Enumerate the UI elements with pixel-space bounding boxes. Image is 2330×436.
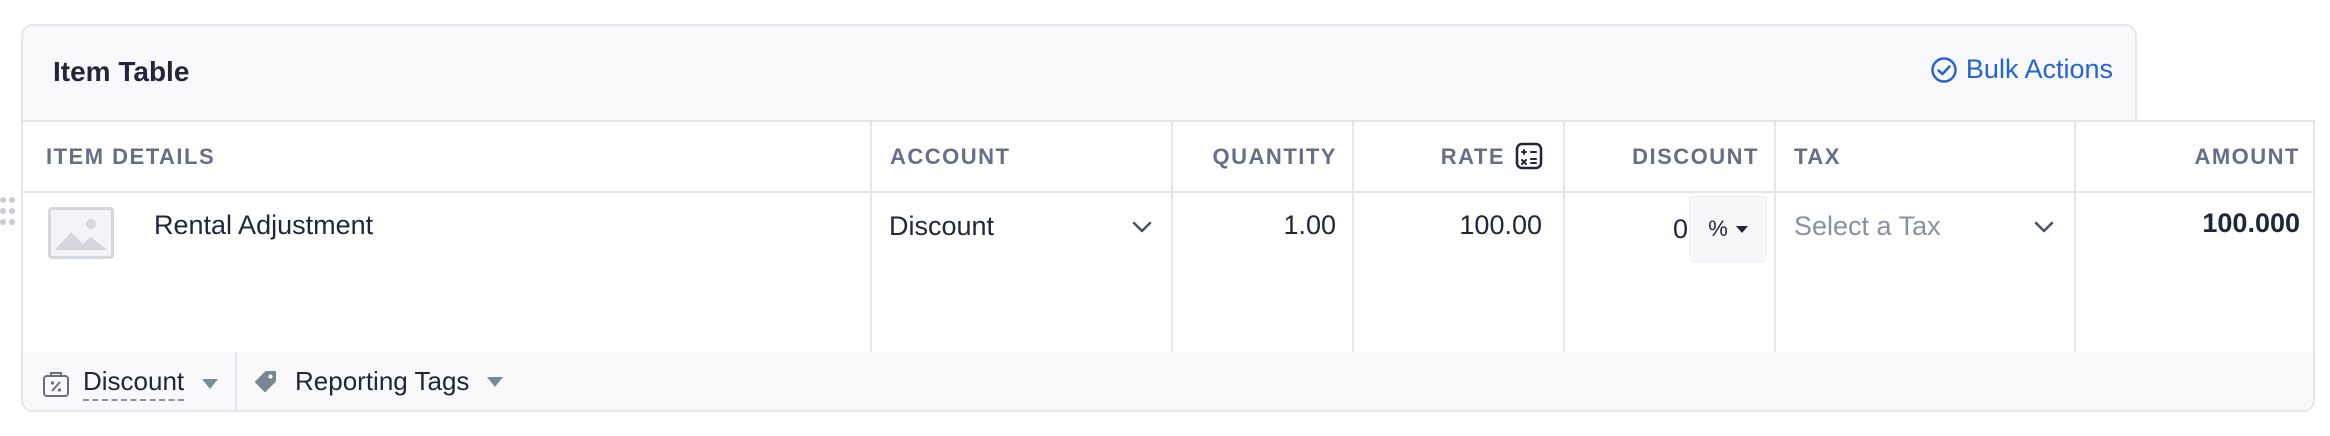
column-header-amount: AMOUNT (2194, 144, 2300, 169)
bulk-actions-label: Bulk Actions (1965, 54, 2113, 84)
caret-down-icon (202, 378, 219, 389)
chevron-down-icon[interactable] (2033, 220, 2055, 234)
item-table: ITEM DETAILS ACCOUNT QUANTITY RATE DISCO… (21, 120, 2315, 412)
reporting-tags-dropdown[interactable]: Reporting Tags (253, 366, 504, 397)
rate-input[interactable]: 100.00 (1352, 210, 1542, 241)
column-header-tax: TAX (1794, 144, 1841, 169)
discount-input[interactable]: 0 (1563, 214, 1688, 245)
reporting-tags-label: Reporting Tags (295, 366, 470, 396)
caret-down-icon (1735, 225, 1748, 233)
bulk-actions-button[interactable]: Bulk Actions (1930, 54, 2113, 85)
column-divider (870, 122, 872, 352)
image-icon[interactable] (48, 207, 114, 259)
discount-unit-label: % (1708, 216, 1728, 241)
tax-select[interactable]: Select a Tax (1794, 211, 1941, 242)
calculator-icon[interactable] (1515, 142, 1543, 170)
chevron-down-icon[interactable] (1131, 220, 1153, 234)
caret-down-icon (487, 376, 504, 387)
item-row-footer: Discount Reporting Tags (23, 352, 2313, 410)
discount-unit-select[interactable]: % (1689, 196, 1767, 262)
check-circle-icon (1931, 56, 1957, 83)
item-table-title: Item Table (53, 56, 190, 87)
discount-dropdown[interactable]: Discount (41, 366, 219, 401)
item-name-input[interactable]: Rental Adjustment (154, 210, 373, 241)
header-divider (23, 191, 2313, 193)
column-header-rate: RATE (1440, 144, 1505, 169)
drag-handle-icon[interactable] (0, 197, 16, 235)
column-header-quantity: QUANTITY (1212, 144, 1337, 169)
account-select[interactable]: Discount (889, 211, 994, 242)
discount-tag-icon (43, 371, 69, 397)
column-divider (1774, 122, 1776, 352)
quantity-input[interactable]: 1.00 (1171, 210, 1336, 241)
item-table-header: Item Table Bulk Actions (21, 24, 2137, 121)
tag-icon (255, 370, 276, 392)
column-header-discount: DISCOUNT (1632, 144, 1759, 169)
column-header-account: ACCOUNT (890, 144, 1011, 169)
footer-divider (235, 352, 237, 410)
amount-value: 100.000 (2202, 208, 2300, 238)
column-header-item-details: ITEM DETAILS (46, 144, 216, 169)
discount-footer-label: Discount (83, 366, 185, 401)
